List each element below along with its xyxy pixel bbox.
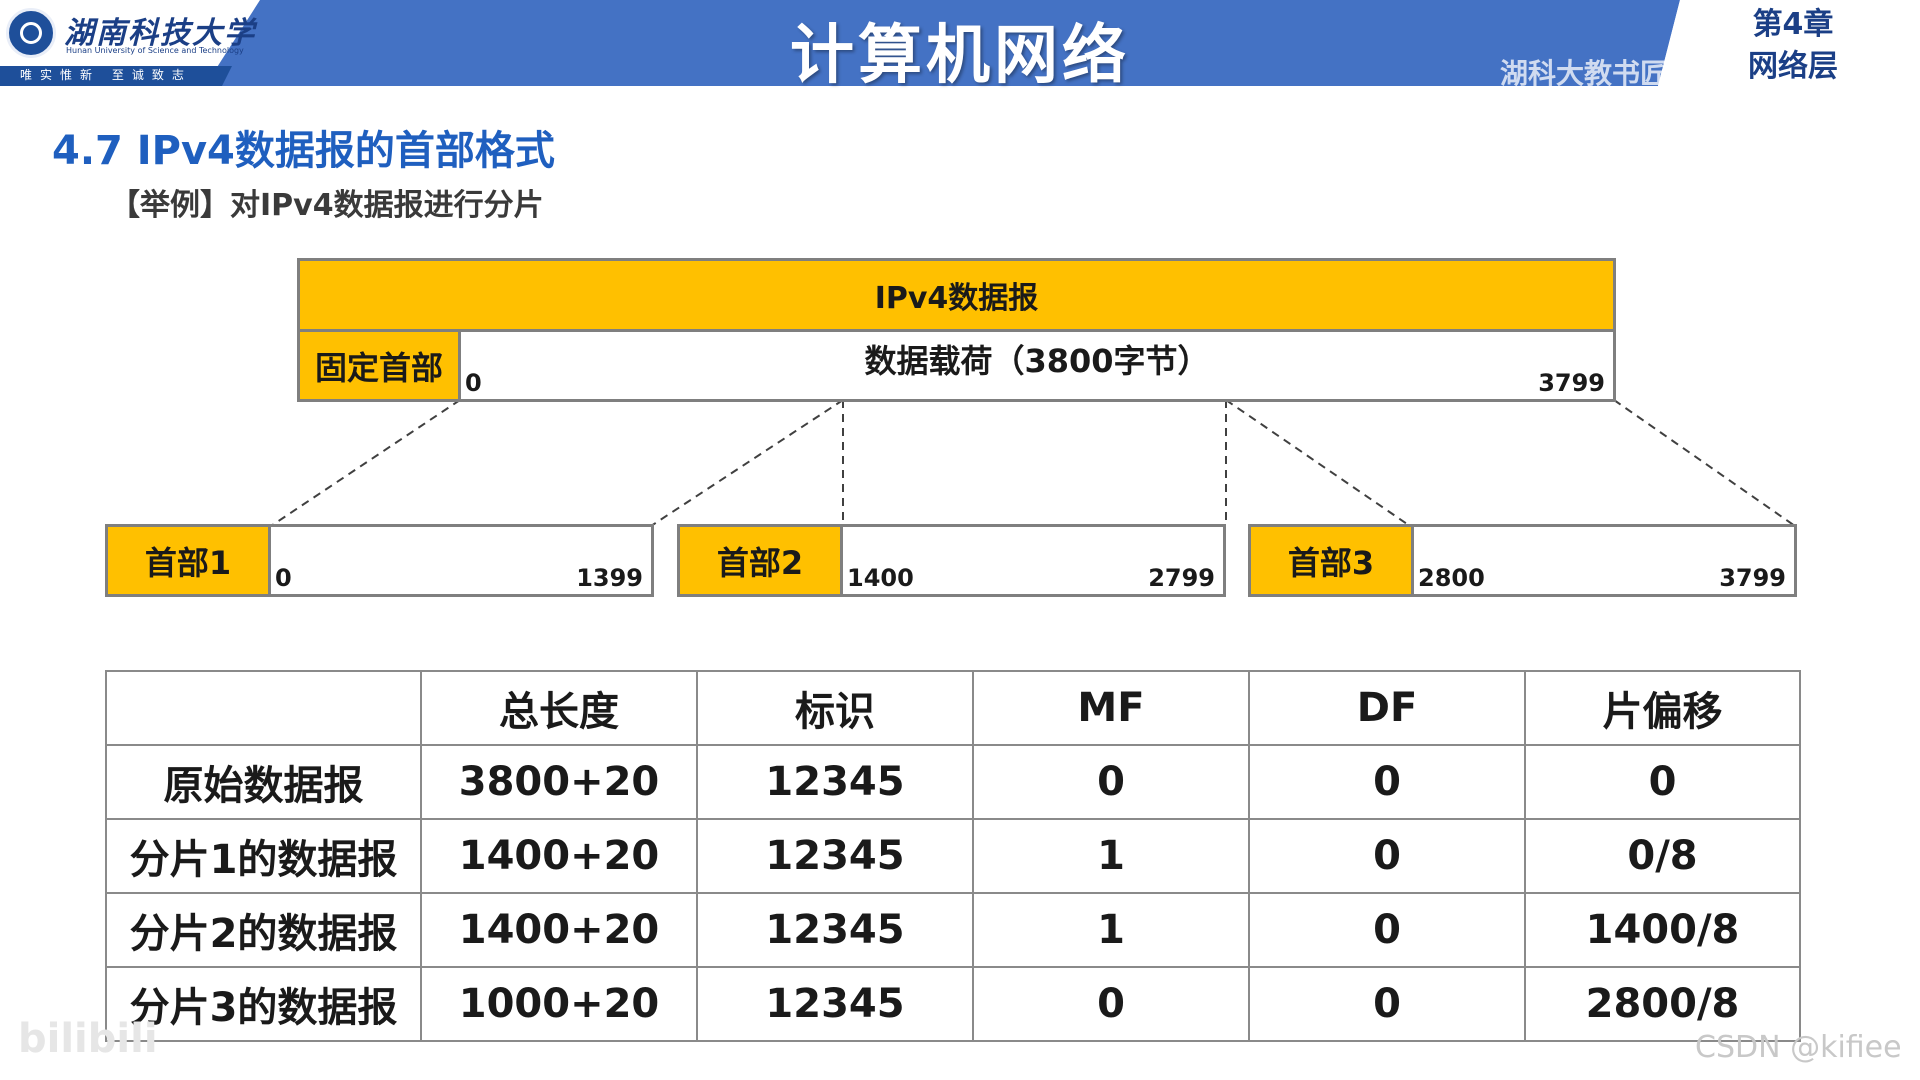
fragmentation-table: 总长度 标识 MF DF 片偏移 原始数据报 3800+20 12345 0 0… [105, 670, 1801, 1042]
connector-line [650, 399, 844, 527]
csdn-watermark: CSDN @kifiee [1695, 1030, 1902, 1065]
table-cell: 3800+20 [420, 744, 698, 820]
row-label-cell: 原始数据报 [105, 744, 422, 820]
table-cell: 0 [1248, 892, 1526, 968]
row-label-cell: 分片1的数据报 [105, 818, 422, 894]
table-cell: 0/8 [1524, 818, 1801, 894]
table-header-cell: 片偏移 [1524, 670, 1801, 746]
fragment-end-offset: 2799 [1148, 564, 1215, 592]
fragment-start-offset: 2800 [1418, 564, 1485, 592]
fragment-header-2: 首部2 [677, 524, 843, 597]
table-cell: 1400+20 [420, 818, 698, 894]
table-cell: 0 [972, 744, 1250, 820]
table-cell: 0 [1524, 744, 1801, 820]
table-row: 分片3的数据报 1000+20 12345 0 0 2800/8 [105, 966, 1801, 1042]
fragment-start-offset: 0 [275, 564, 292, 592]
table-cell: 12345 [696, 966, 974, 1042]
table-cell: 0 [1248, 744, 1526, 820]
table-cell: 1 [972, 892, 1250, 968]
table-cell: 0 [1248, 966, 1526, 1042]
table-header-cell: MF [972, 670, 1250, 746]
fragment-header-3: 首部3 [1248, 524, 1414, 597]
table-cell: 0 [972, 966, 1250, 1042]
payload-box: 数据载荷（3800字节） 0 3799 [458, 329, 1616, 402]
row-label-cell: 分片2的数据报 [105, 892, 422, 968]
table-cell: 12345 [696, 744, 974, 820]
fragment-payload-2: 1400 2799 [840, 524, 1226, 597]
payload-start-offset: 0 [465, 369, 482, 397]
payload-label: 数据载荷（3800字节） [864, 341, 1210, 380]
table-header-cell: DF [1248, 670, 1526, 746]
ipv4-datagram-bar: IPv4数据报 [297, 258, 1616, 332]
fragment-start-offset: 1400 [847, 564, 914, 592]
fragment-header-1: 首部1 [105, 524, 271, 597]
payload-end-offset: 3799 [1538, 369, 1605, 397]
table-row: 分片2的数据报 1400+20 12345 1 0 1400/8 [105, 892, 1801, 968]
table-cell: 0 [1248, 818, 1526, 894]
bilibili-logo-icon: bilibili [18, 1016, 158, 1062]
table-header-cell: 总长度 [420, 670, 698, 746]
table-cell: 1400/8 [1524, 892, 1801, 968]
fragment-payload-3: 2800 3799 [1411, 524, 1797, 597]
table-row: 原始数据报 3800+20 12345 0 0 0 [105, 744, 1801, 820]
table-header-row: 总长度 标识 MF DF 片偏移 [105, 670, 1801, 746]
fixed-header-box: 固定首部 [297, 329, 461, 402]
table-cell: 1 [972, 818, 1250, 894]
table-header-cell [105, 670, 422, 746]
fragment-end-offset: 1399 [576, 564, 643, 592]
connector-line [1225, 399, 1411, 527]
table-header-cell: 标识 [696, 670, 974, 746]
fragment-end-offset: 3799 [1719, 564, 1786, 592]
table-row: 分片1的数据报 1400+20 12345 1 0 0/8 [105, 818, 1801, 894]
table-cell: 12345 [696, 818, 974, 894]
connector-line [1613, 399, 1796, 527]
table-cell: 1000+20 [420, 966, 698, 1042]
connector-line [270, 399, 461, 527]
fragment-payload-1: 0 1399 [268, 524, 654, 597]
table-cell: 12345 [696, 892, 974, 968]
table-cell: 1400+20 [420, 892, 698, 968]
